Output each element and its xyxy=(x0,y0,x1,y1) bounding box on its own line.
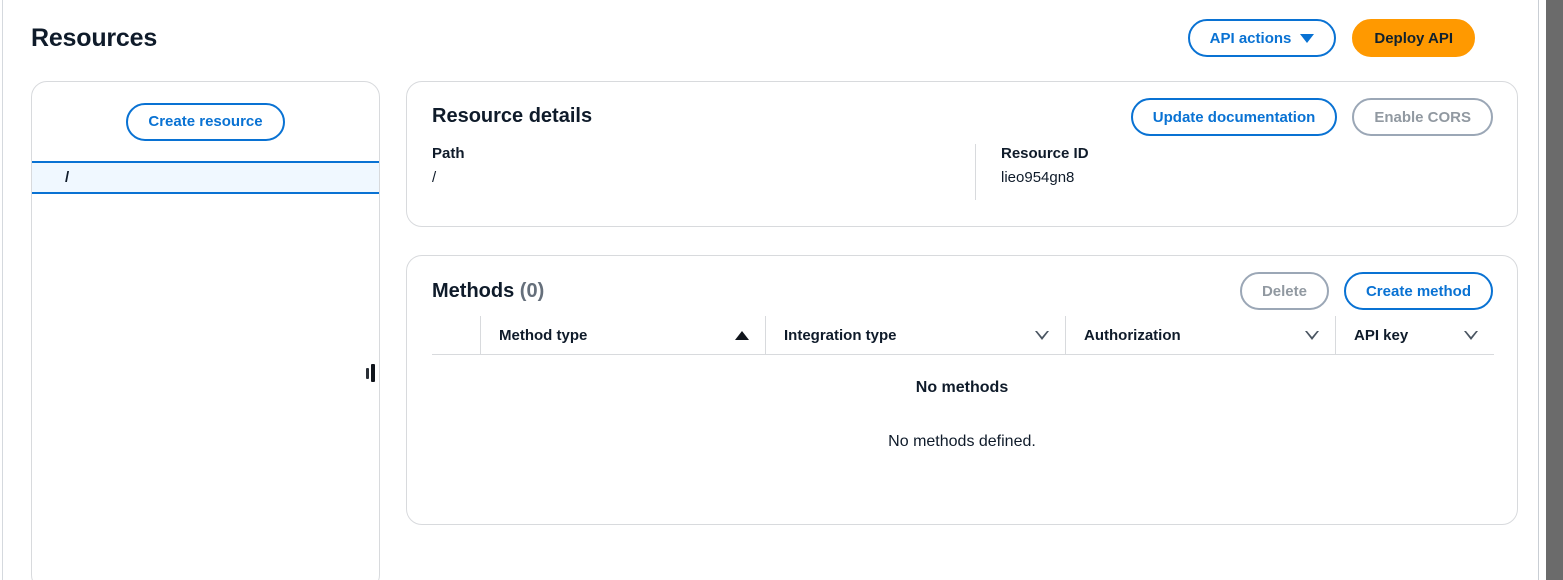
methods-table: Method type Integration type Authorizati… xyxy=(432,316,1494,355)
resource-tree: / xyxy=(32,161,379,194)
sort-none-icon xyxy=(1035,330,1049,340)
vertical-scrollbar-thumb[interactable] xyxy=(1546,0,1563,580)
methods-title: Methods (0) xyxy=(432,280,544,303)
create-resource-row: Create resource xyxy=(32,82,379,161)
api-actions-label: API actions xyxy=(1209,29,1292,47)
methods-empty-state: No methods No methods defined. xyxy=(407,355,1517,451)
deploy-api-button[interactable]: Deploy API xyxy=(1352,19,1475,57)
delete-method-button[interactable]: Delete xyxy=(1239,272,1329,310)
resource-details-body: Path / Resource ID lieo954gn8 xyxy=(407,144,1517,200)
methods-table-header-row: Method type Integration type Authorizati… xyxy=(432,316,1494,355)
column-label-authorization: Authorization xyxy=(1084,326,1181,344)
page-header: Resources API actions Deploy API xyxy=(0,0,1520,72)
chevron-down-icon xyxy=(1300,33,1315,43)
methods-column-authorization[interactable]: Authorization xyxy=(1065,316,1335,355)
delete-method-label: Delete xyxy=(1261,282,1307,300)
create-resource-label: Create resource xyxy=(148,113,263,130)
panel-resize-handle[interactable] xyxy=(366,363,378,383)
detail-field-resource-id: Resource ID lieo954gn8 xyxy=(975,144,1475,200)
detail-value-path: / xyxy=(432,169,437,186)
page-title: Resources xyxy=(31,24,158,52)
methods-count: (0) xyxy=(519,280,545,302)
methods-column-api-key[interactable]: API key xyxy=(1335,316,1494,355)
detail-label-path: Path xyxy=(432,145,465,162)
enable-cors-button[interactable]: Enable CORS xyxy=(1352,98,1493,136)
detail-field-path: Path / xyxy=(432,144,975,200)
create-resource-button[interactable]: Create resource xyxy=(126,102,285,141)
vertical-scrollbar[interactable] xyxy=(1538,0,1563,580)
resource-details-header: Resource details Update documentation En… xyxy=(407,82,1517,144)
methods-column-method-type[interactable]: Method type xyxy=(480,316,765,355)
column-label-integration-type: Integration type xyxy=(784,326,897,344)
sort-ascending-icon xyxy=(735,330,749,340)
window-left-edge xyxy=(2,0,3,580)
column-label-api-key: API key xyxy=(1354,326,1409,344)
methods-card: Methods (0) Delete Create method Method … xyxy=(406,255,1518,525)
resources-page: Resources API actions Deploy API Create … xyxy=(0,0,1563,580)
methods-header-actions: Delete Create method xyxy=(1239,272,1493,310)
select-all-checkbox-slot xyxy=(432,316,480,354)
main-content: Resource details Update documentation En… xyxy=(406,81,1518,525)
enable-cors-label: Enable CORS xyxy=(1374,108,1471,126)
resize-handle-bar-short xyxy=(366,367,369,379)
sort-none-icon xyxy=(1305,330,1319,340)
methods-empty-title: No methods xyxy=(915,379,1009,396)
page-header-actions: API actions Deploy API xyxy=(1187,19,1475,57)
detail-value-resource-id: lieo954gn8 xyxy=(1001,169,1075,186)
resource-details-title: Resource details xyxy=(432,105,593,127)
methods-empty-subtitle: No methods defined. xyxy=(888,433,1036,450)
column-label-method-type: Method type xyxy=(499,326,588,344)
methods-column-integration-type[interactable]: Integration type xyxy=(765,316,1065,355)
update-documentation-label: Update documentation xyxy=(1152,108,1316,126)
create-method-button[interactable]: Create method xyxy=(1343,272,1493,310)
resources-panel: Create resource / xyxy=(31,81,380,580)
resource-details-card: Resource details Update documentation En… xyxy=(406,81,1518,227)
methods-title-text: Methods xyxy=(432,280,515,302)
resize-handle-bar-tall xyxy=(371,364,375,382)
create-method-label: Create method xyxy=(1365,282,1471,300)
resource-details-actions: Update documentation Enable CORS xyxy=(1130,98,1493,136)
methods-header: Methods (0) Delete Create method xyxy=(407,256,1517,316)
api-actions-button[interactable]: API actions xyxy=(1187,19,1337,57)
update-documentation-button[interactable]: Update documentation xyxy=(1130,98,1338,136)
sort-none-icon xyxy=(1464,330,1478,340)
resource-tree-item-root[interactable]: / xyxy=(32,161,379,194)
resource-tree-item-label: / xyxy=(65,169,70,186)
deploy-api-label: Deploy API xyxy=(1374,29,1453,47)
detail-label-resource-id: Resource ID xyxy=(1001,145,1089,162)
methods-select-all-cell xyxy=(432,316,480,355)
